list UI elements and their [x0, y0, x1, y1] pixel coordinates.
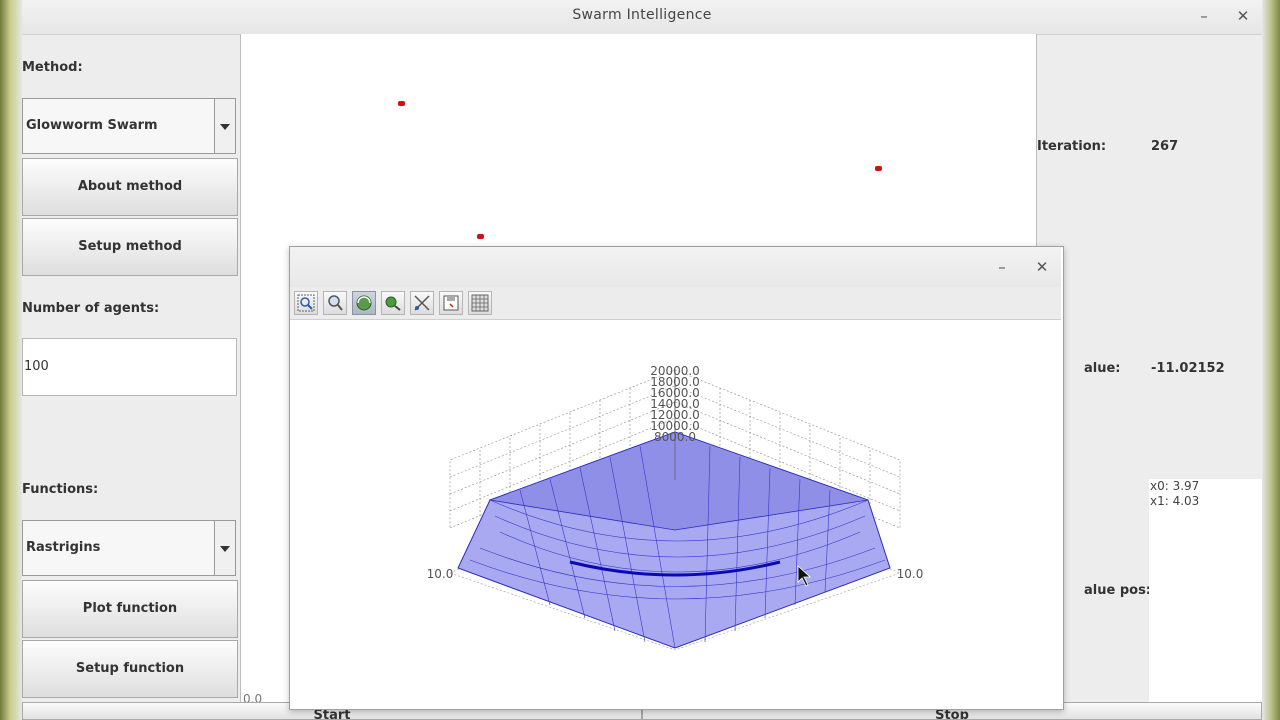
- iteration-value: 267: [1151, 139, 1179, 154]
- best-value-label: alue:: [1084, 361, 1121, 376]
- minimize-icon[interactable]: –: [1192, 4, 1216, 28]
- best-position-box: x0: 3.97 x1: 4.03: [1149, 479, 1262, 702]
- best-position-label: alue pos:: [1084, 583, 1151, 598]
- axis-toggle-icon[interactable]: [410, 291, 434, 315]
- about-method-button[interactable]: About method: [22, 158, 238, 216]
- position-x1: x1: 4.03: [1150, 494, 1200, 508]
- setup-method-button[interactable]: Setup method: [22, 218, 238, 276]
- pan-icon[interactable]: [381, 291, 405, 315]
- x-right-tick: 10.0: [897, 567, 924, 581]
- surface-plot-area[interactable]: 20000.0 18000.0 16000.0 14000.0 12000.0 …: [290, 320, 1061, 708]
- functions-label: Functions:: [22, 482, 99, 497]
- x-left-tick: 10.0: [427, 567, 454, 581]
- rotate-icon[interactable]: [352, 291, 376, 315]
- agents-input[interactable]: 100: [22, 338, 237, 396]
- function-select-value: Rastrigins: [26, 540, 101, 555]
- chevron-down-icon[interactable]: [214, 521, 235, 575]
- method-label: Method:: [22, 60, 83, 75]
- zoom-region-icon[interactable]: [294, 291, 318, 315]
- method-select-value: Glowworm Swarm: [26, 118, 158, 133]
- desktop-background-left: [0, 0, 22, 720]
- agents-label: Number of agents:: [22, 301, 160, 316]
- agent-dot: [875, 166, 882, 171]
- iteration-label: Iteration:: [1037, 139, 1107, 154]
- position-x0: x0: 3.97: [1150, 479, 1200, 493]
- best-value: -11.02152: [1151, 361, 1225, 376]
- chevron-down-icon[interactable]: [214, 99, 235, 153]
- method-select[interactable]: Glowworm Swarm: [22, 98, 236, 154]
- plot-toolbar: [290, 287, 1061, 320]
- setup-function-button[interactable]: Setup function: [22, 640, 238, 698]
- z-tick: 8000.0: [654, 430, 696, 444]
- plot-window-titlebar[interactable]: – ✕: [290, 247, 1061, 287]
- function-select[interactable]: Rastrigins: [22, 520, 236, 576]
- minimize-icon[interactable]: –: [990, 255, 1014, 279]
- plot-window: – ✕ 20000.0 18000.0 16000.0 14000.0 1200…: [289, 246, 1064, 710]
- save-icon[interactable]: [439, 291, 463, 315]
- desktop-background-right: [1262, 0, 1280, 720]
- close-icon[interactable]: ✕: [1231, 4, 1255, 28]
- rastrigin-surface: [457, 431, 891, 649]
- title-bar: Swarm Intelligence – ✕: [22, 0, 1262, 35]
- close-icon[interactable]: ✕: [1030, 255, 1054, 279]
- surface-plot[interactable]: 20000.0 18000.0 16000.0 14000.0 12000.0 …: [290, 320, 1061, 708]
- zoom-icon[interactable]: [323, 291, 347, 315]
- plot-function-button[interactable]: Plot function: [22, 580, 238, 638]
- grid-icon[interactable]: [468, 291, 492, 315]
- agent-dot: [477, 234, 484, 239]
- window-title: Swarm Intelligence: [572, 7, 712, 23]
- agent-dot: [398, 101, 405, 106]
